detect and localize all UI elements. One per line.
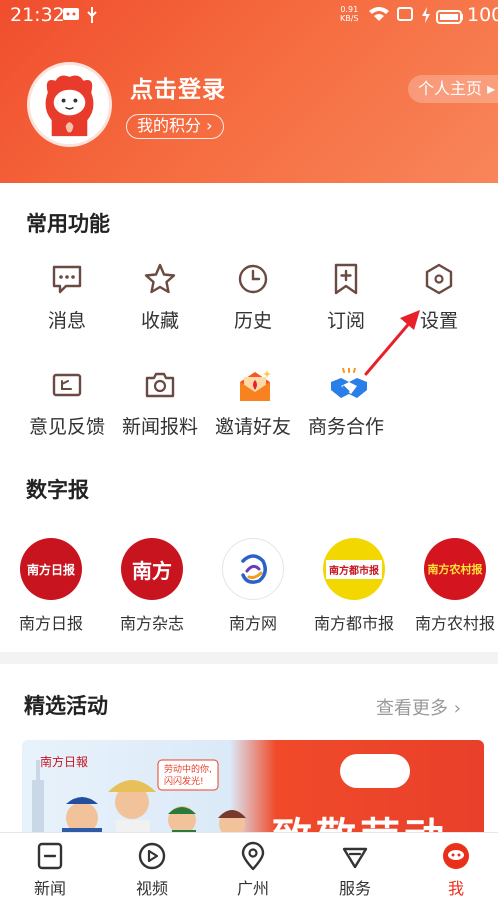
svg-text:劳动中的你,: 劳动中的你, xyxy=(164,763,212,775)
func-favorites[interactable]: 收藏 xyxy=(115,262,205,333)
nanfang-metropolis-logo: 南方都市报 xyxy=(323,538,385,600)
my-points-button[interactable]: 我的积分 › xyxy=(126,114,224,139)
battery-level: 100 xyxy=(467,4,498,26)
tab-guangzhou[interactable]: 广州 xyxy=(223,841,283,899)
paper-nanfang-rural[interactable]: 南方农村报 南方农村报 xyxy=(405,538,498,634)
settings-icon xyxy=(422,262,456,296)
status-time: 21:32 xyxy=(10,4,65,26)
tab-label: 新闻 xyxy=(33,879,66,898)
func-label: 收藏 xyxy=(140,310,179,332)
personal-homepage-button[interactable]: 个人主页 ▸ xyxy=(408,75,498,103)
little-reporter-badge xyxy=(340,754,410,788)
camera-icon xyxy=(143,368,177,402)
paper-label: 南方日报 xyxy=(18,614,83,633)
status-bar: 21:32 0.91 KB/S 100 xyxy=(0,0,498,30)
common-functions-title: 常用功能 xyxy=(26,212,110,236)
func-label: 意见反馈 xyxy=(28,416,105,438)
location-icon xyxy=(238,841,268,871)
paper-nanfang-metropolis[interactable]: 南方都市报 南方都市报 xyxy=(304,538,404,634)
featured-activities-title: 精选活动 xyxy=(24,694,108,718)
banner-illustration: 南方日報 劳动中的你, 闪闪发光! xyxy=(32,754,246,840)
news-icon xyxy=(35,841,65,871)
tab-label: 我 xyxy=(447,879,464,898)
view-more-link[interactable]: 查看更多 › xyxy=(376,694,461,720)
charging-icon xyxy=(420,6,432,29)
clock-icon xyxy=(236,262,270,296)
message-icon xyxy=(50,262,84,296)
paper-nanfang-magazine[interactable]: 南方 南方杂志 xyxy=(102,538,202,634)
bottom-tab-bar: 新闻 视频 广州 服务 我 xyxy=(0,832,498,902)
service-icon xyxy=(340,841,370,871)
nanfang-magazine-logo: 南方 xyxy=(121,538,183,600)
subscribe-icon xyxy=(329,262,363,296)
tab-me[interactable]: 我 xyxy=(426,841,486,899)
tab-label: 服务 xyxy=(338,879,371,898)
func-label: 邀请好友 xyxy=(214,416,291,438)
activity-banner[interactable]: 南方日報 劳动中的你, 闪闪发光! 致敬劳动者 xyxy=(22,740,484,840)
func-feedback[interactable]: 意见反馈 xyxy=(22,368,112,439)
paper-label: 南方网 xyxy=(228,614,277,633)
func-message[interactable]: 消息 xyxy=(22,262,112,333)
func-invite-friends[interactable]: 邀请好友 xyxy=(208,368,298,439)
login-title[interactable]: 点击登录 xyxy=(130,70,226,104)
tab-service[interactable]: 服务 xyxy=(325,841,385,899)
tab-news[interactable]: 新闻 xyxy=(20,841,80,899)
func-label: 商务合作 xyxy=(307,416,384,438)
invite-icon xyxy=(236,368,271,402)
paper-label: 南方杂志 xyxy=(119,614,184,633)
app-screen: 21:32 0.91 KB/S 100 点击登录 我的积分 › 个人主页 ▸ 常… xyxy=(0,0,498,902)
tab-video[interactable]: 视频 xyxy=(122,841,182,899)
paper-nanfang-daily[interactable]: 南方日报 南方日报 xyxy=(1,538,101,634)
nanfang-web-logo xyxy=(222,538,284,600)
func-business-cooperation[interactable]: 商务合作 xyxy=(301,366,391,439)
avatar[interactable] xyxy=(27,62,112,147)
me-icon xyxy=(441,841,471,871)
tab-label: 视频 xyxy=(135,879,168,898)
network-speed: 0.91 KB/S xyxy=(340,5,359,23)
section-divider xyxy=(0,652,498,664)
tab-label: 广州 xyxy=(236,879,269,898)
paper-label: 南方都市报 xyxy=(313,614,394,633)
nanfang-rural-logo: 南方农村报 xyxy=(424,538,486,600)
usb-icon xyxy=(86,6,98,29)
paper-label: 南方农村报 xyxy=(414,614,495,633)
func-news-tip[interactable]: 新闻报料 xyxy=(115,368,205,439)
battery-icon xyxy=(436,8,464,29)
svg-text:闪闪发光!: 闪闪发光! xyxy=(164,775,204,787)
handshake-icon xyxy=(329,366,367,402)
func-label: 消息 xyxy=(47,310,86,332)
star-icon xyxy=(143,262,177,296)
feedback-icon xyxy=(50,368,84,402)
paper-nanfang-web[interactable]: 南方网 xyxy=(203,538,303,634)
nanfang-daily-logo: 南方日报 xyxy=(20,538,82,600)
digital-paper-title: 数字报 xyxy=(26,478,89,502)
video-icon xyxy=(137,841,167,871)
func-history[interactable]: 历史 xyxy=(208,262,298,333)
notification-icon xyxy=(62,6,80,27)
func-label: 新闻报料 xyxy=(121,416,198,438)
profile-header: 21:32 0.91 KB/S 100 点击登录 我的积分 › 个人主页 ▸ xyxy=(0,0,498,183)
func-label: 历史 xyxy=(233,310,272,332)
screen-icon xyxy=(396,6,414,27)
wifi-icon xyxy=(368,6,390,27)
svg-text:南方日報: 南方日報 xyxy=(40,754,88,769)
